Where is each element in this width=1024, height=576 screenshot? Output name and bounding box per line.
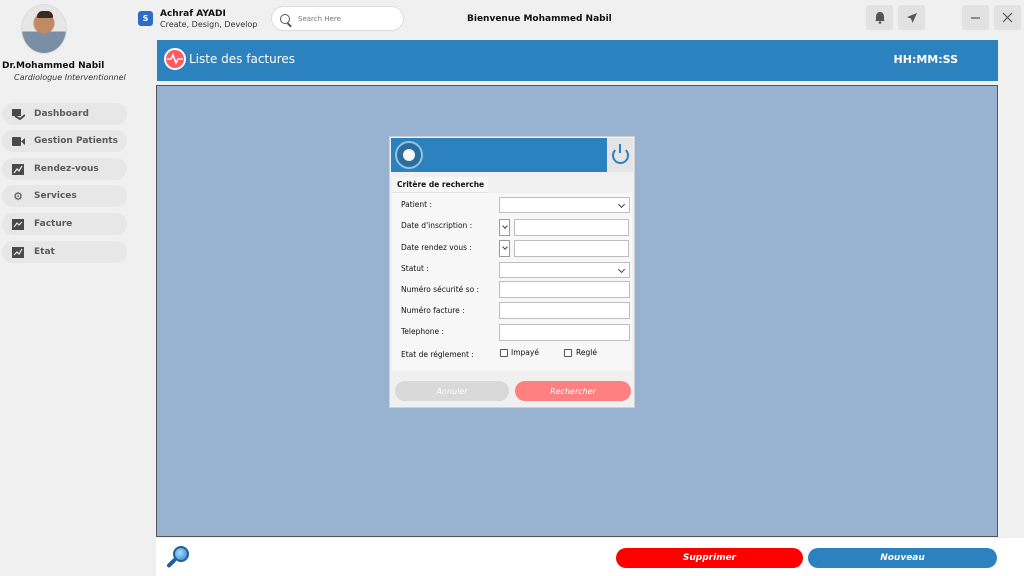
notification-button[interactable] [866,5,893,30]
doctor-icon [395,141,423,169]
num-secu-field[interactable] [499,281,630,298]
dialog-header [391,138,607,172]
close-icon [1002,12,1013,23]
video-camera-icon [11,135,25,147]
heartbeat-icon [164,48,186,70]
magnifier-search-icon[interactable] [166,545,190,569]
date-rdv-field[interactable] [514,240,629,257]
num-facture-label: Numéro facture : [401,306,465,315]
clock-display: HH:MM:SS [893,53,958,66]
bell-icon [874,12,885,24]
brand-tagline: Create, Design, Develop [160,20,258,29]
sidebar-item-label: Etat [34,247,55,257]
regle-checkbox[interactable] [564,349,572,357]
page-header: Liste des factures HH:MM:SS [157,40,998,81]
date-rdv-label: Date rendez vous : [401,243,472,252]
gear-icon: ⚙ [13,189,23,203]
statut-label: Statut : [401,264,429,273]
send-button[interactable] [898,5,925,30]
patient-label: Patient : [401,200,433,209]
brand-name: Achraf AYADI [160,9,226,19]
sidebar-item-rendez-vous[interactable]: Rendez-vous [2,158,127,180]
sidebar-item-etat[interactable]: Etat [2,241,127,263]
dialog-form: Patient : Date d'inscription : Date rend… [392,193,632,371]
minimize-button[interactable] [962,5,989,30]
sidebar-item-label: Services [34,191,77,201]
report-icon [11,246,25,258]
sidebar-item-label: Dashboard [34,109,89,119]
avatar [21,4,67,54]
etat-reglement-label: Etat de réglement : [401,350,474,359]
supprimer-button[interactable]: Supprimer [616,548,803,568]
annuler-button[interactable]: Annuler [395,381,509,401]
patient-select[interactable] [499,197,630,213]
search-icon [280,13,290,24]
doctor-name: Dr.Mohammed Nabil [2,61,105,71]
impaye-label: Impayé [511,348,539,357]
regle-label: Reglé [576,348,597,357]
sidebar-item-label: Rendez-vous [34,164,99,174]
sidebar-item-dashboard[interactable]: Dashboard [2,103,127,125]
brand-logo-icon: S [138,11,153,26]
power-icon [611,143,629,164]
impaye-checkbox[interactable] [500,349,508,357]
send-icon [906,12,917,23]
minimize-icon [971,17,980,19]
close-button[interactable] [994,5,1021,30]
sidebar-item-services[interactable]: ⚙ Services [2,185,127,207]
chart-icon [11,163,25,175]
power-button[interactable] [607,138,633,172]
search-box[interactable] [271,6,404,31]
date-rdv-toggle[interactable] [499,240,510,257]
search-dialog: Critère de recherche Patient : Date d'in… [389,136,635,408]
date-inscription-toggle[interactable] [499,219,510,236]
rechercher-button[interactable]: Rechercher [515,381,631,401]
num-secu-label: Numéro sécurité so : [401,285,480,294]
sidebar-item-label: Gestion Patients [34,136,118,146]
tab-critere-recherche[interactable]: Critère de recherche [392,177,488,193]
sidebar-item-gestion-patients[interactable]: Gestion Patients [2,130,127,152]
page-title: Liste des factures [189,52,296,66]
statut-select[interactable] [499,262,630,278]
sidebar-item-facture[interactable]: Facture [2,213,127,235]
date-inscription-label: Date d'inscription : [401,221,473,230]
nouveau-button[interactable]: Nouveau [808,548,997,568]
search-input[interactable] [298,14,398,23]
welcome-text: Bienvenue Mohammed Nabil [467,14,612,24]
telephone-label: Telephone : [401,327,445,336]
dashboard-icon [11,108,25,120]
doctor-role: Cardiologue Interventionnel [14,73,126,82]
sidebar-item-label: Facture [34,219,73,229]
telephone-field[interactable] [499,324,630,341]
sidebar: Dr.Mohammed Nabil Cardiologue Interventi… [0,0,134,576]
date-inscription-field[interactable] [514,219,629,236]
footer-bar: Supprimer Nouveau [156,538,1024,576]
invoice-icon [11,218,25,230]
num-facture-field[interactable] [499,302,630,319]
